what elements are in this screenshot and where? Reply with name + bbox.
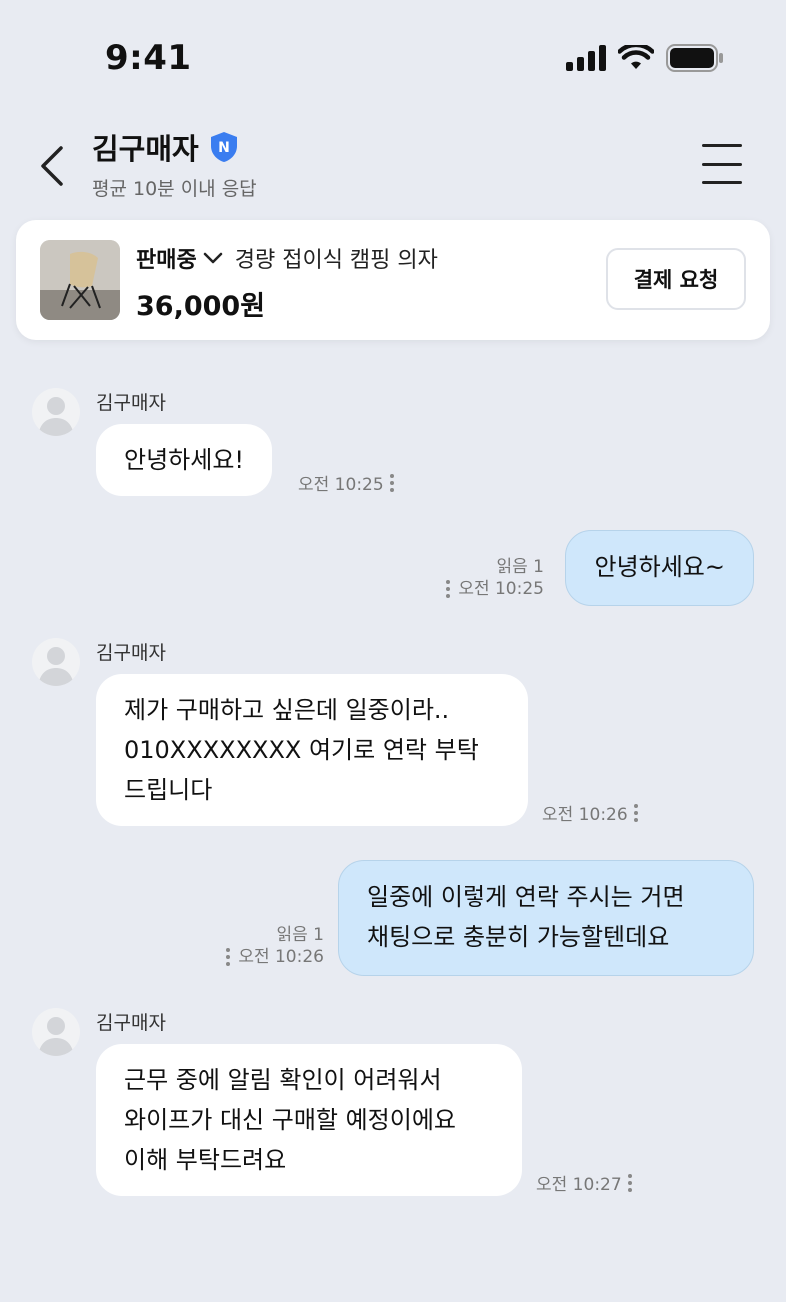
more-options-icon[interactable] [226, 948, 231, 966]
chevron-left-icon [41, 146, 63, 186]
more-options-icon[interactable] [633, 803, 638, 822]
message-meta: 읽음 1 오전 10:26 [226, 924, 324, 968]
product-info: 판매중 경량 접이식 캠핑 의자 36,000원 [136, 242, 438, 323]
menu-button[interactable] [702, 144, 742, 184]
cellular-signal-icon [566, 45, 606, 71]
wifi-icon [618, 45, 654, 69]
avatar[interactable] [32, 1008, 80, 1056]
avatar[interactable] [32, 638, 80, 686]
read-receipt: 읽음 1 [496, 557, 545, 577]
verified-badge-icon: N [210, 132, 237, 162]
message-time: 오전 10:25 [458, 579, 544, 599]
battery-icon [666, 44, 723, 72]
message-meta: 오전 10:26 [542, 800, 638, 825]
avatar[interactable] [32, 388, 80, 436]
menu-icon-line [702, 181, 742, 184]
message-bubble[interactable]: 일중에 이렇게 연락 주시는 거면 채팅으로 충분히 가능할텐데요 [338, 860, 754, 976]
verified-badge-letter: N [218, 140, 230, 156]
chat-title-area: 김구매자 N 평균 10분 이내 응답 [92, 126, 257, 201]
message-sender: 김구매자 [96, 392, 166, 414]
back-button[interactable] [32, 140, 72, 192]
product-name: 경량 접이식 캠핑 의자 [234, 248, 438, 273]
message-time: 오전 10:26 [238, 947, 324, 967]
message-sender: 김구매자 [96, 642, 166, 664]
message-text-line: 안녕하세요! [124, 446, 245, 474]
read-receipt: 읽음 1 [276, 925, 325, 945]
message-text-line: 이해 부탁드려요 [124, 1146, 287, 1174]
message-text-line: 안녕하세요~ [594, 553, 725, 581]
message-meta: 오전 10:25 [298, 470, 394, 495]
more-options-icon[interactable] [389, 473, 394, 492]
message-meta: 읽음 1 오전 10:25 [446, 556, 544, 600]
status-time: 9:41 [105, 38, 192, 78]
message-time: 오전 10:26 [542, 805, 628, 825]
message-text-line: 제가 구매하고 싶은데 일중이라.. [124, 696, 450, 724]
message-text-line: 일중에 이렇게 연락 주시는 거면 [367, 883, 685, 911]
message-meta: 오전 10:27 [536, 1170, 632, 1195]
status-bar: 9:41 [0, 0, 786, 118]
more-options-icon[interactable] [446, 580, 451, 598]
user-avatar-icon [38, 647, 74, 686]
menu-icon-line [702, 144, 742, 147]
menu-icon-line [702, 162, 742, 166]
product-image [40, 240, 120, 320]
message-bubble[interactable]: 안녕하세요! [96, 424, 273, 496]
payment-request-button[interactable]: 결제 요청 [606, 248, 746, 310]
product-card[interactable]: 판매중 경량 접이식 캠핑 의자 36,000원 결제 요청 [16, 220, 770, 340]
response-time-subtitle: 평균 10분 이내 응답 [92, 178, 257, 200]
message-text-line: 채팅으로 충분히 가능할텐데요 [367, 923, 670, 951]
chat-header: 김구매자 N 평균 10분 이내 응답 [0, 118, 786, 218]
message-time: 오전 10:27 [536, 1175, 622, 1195]
sale-status-dropdown[interactable]: 판매중 [136, 242, 197, 274]
message-bubble[interactable]: 안녕하세요~ [565, 530, 754, 606]
message-text-line: 근무 중에 알림 확인이 어려워서 [124, 1066, 442, 1094]
status-icons [566, 44, 724, 72]
message-time: 오전 10:25 [298, 475, 384, 495]
message-text-line: 드립니다 [124, 776, 213, 804]
message-sender: 김구매자 [96, 1012, 166, 1034]
user-avatar-icon [38, 397, 74, 436]
message-bubble[interactable]: 제가 구매하고 싶은데 일중이라.. 010XXXXXXXX 여기로 연락 부탁… [96, 674, 528, 826]
user-avatar-icon [38, 1017, 74, 1056]
chat-title: 김구매자 [92, 132, 199, 166]
message-text-line: 와이프가 대신 구매할 예정이에요 [124, 1106, 457, 1134]
product-price: 36,000원 [136, 291, 266, 322]
chevron-down-icon[interactable] [203, 251, 223, 265]
message-text-line: 010XXXXXXXX 여기로 연락 부탁 [124, 736, 479, 764]
message-bubble[interactable]: 근무 중에 알림 확인이 어려워서 와이프가 대신 구매할 예정이에요 이해 부… [96, 1044, 522, 1196]
more-options-icon[interactable] [627, 1173, 632, 1192]
